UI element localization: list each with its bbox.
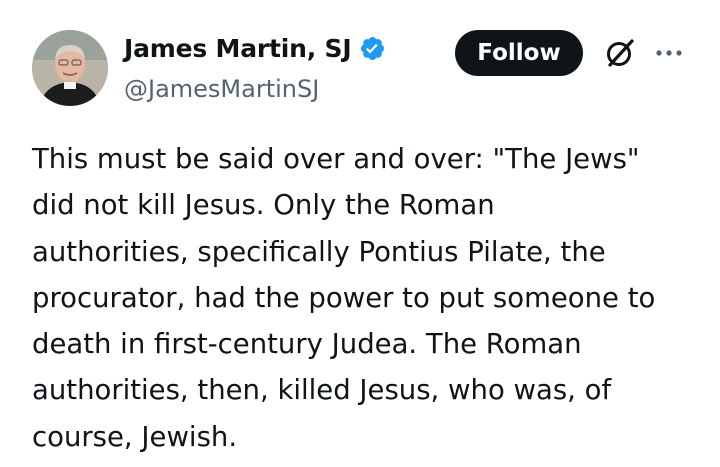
more-options-icon[interactable] xyxy=(651,40,687,66)
tweet-text-line: authorities, specifically Pontius Pilate… xyxy=(32,235,606,268)
tweet-text-line: course, Jewish. xyxy=(32,420,238,453)
tweet-text-line: death in first-century Judea. The Roman xyxy=(32,328,582,361)
follow-button[interactable]: Follow xyxy=(455,30,583,76)
post-card: James Martin, SJ @JamesMartinSJ Follow T… xyxy=(0,0,720,467)
author-display-name[interactable]: James Martin, SJ xyxy=(124,34,352,63)
grok-icon[interactable] xyxy=(603,36,637,70)
tweet-text-line: procurator, had the power to put someone… xyxy=(32,281,656,314)
tweet-text-line: This must be said over and over: "The Je… xyxy=(32,143,640,175)
tweet-text: This must be said over and over: "The Je… xyxy=(32,136,702,460)
author-name-row: James Martin, SJ xyxy=(124,34,386,63)
tweet-text-line: authorities, then, killed Jesus, who was… xyxy=(32,374,612,407)
tweet-text-line: did not kill Jesus. Only the Roman xyxy=(32,189,495,222)
verified-badge-icon[interactable] xyxy=(359,35,386,62)
avatar-photo xyxy=(32,30,108,106)
avatar[interactable] xyxy=(32,30,108,106)
author-handle[interactable]: @JamesMartinSJ xyxy=(124,75,319,103)
